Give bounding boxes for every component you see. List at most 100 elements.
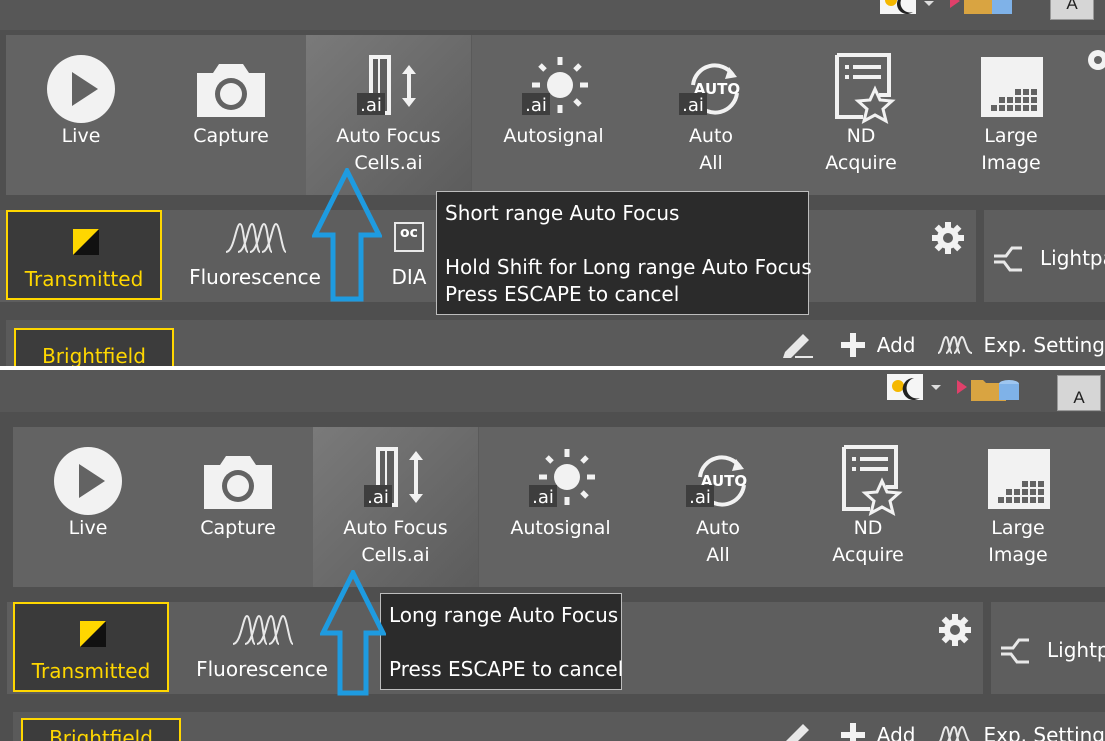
- plus-icon[interactable]: [833, 720, 873, 741]
- fluorescence-mode-button[interactable]: Fluorescence: [180, 210, 330, 300]
- large-image-grid-icon: [988, 449, 1050, 509]
- plus-icon[interactable]: [833, 330, 873, 360]
- exp-settings-button[interactable]: Exp. Setting: [984, 723, 1105, 741]
- dia-mode-button[interactable]: oc DIA: [384, 210, 434, 300]
- acquisition-toolbar: Live Capture .ai Auto Focus Cells.ai .ai…: [13, 427, 1105, 587]
- brightfield-button[interactable]: Brightfield: [21, 718, 181, 741]
- tool-label: ND: [846, 125, 876, 147]
- gear-icon[interactable]: [1083, 45, 1105, 75]
- folder-database-icon[interactable]: [950, 0, 1020, 16]
- tool-label: Auto: [695, 517, 741, 539]
- tooltip-line: Press ESCAPE to cancel: [389, 657, 624, 681]
- day-night-icon[interactable]: [880, 0, 942, 16]
- title-icons: [887, 374, 1027, 404]
- day-night-icon[interactable]: [887, 374, 949, 402]
- tool-label: Capture: [193, 125, 269, 147]
- tooltip-line: Long range Auto Focus: [389, 603, 619, 627]
- camera-icon: [204, 456, 272, 509]
- transmitted-mode-button[interactable]: Transmitted: [6, 210, 162, 300]
- lightpath-icon: [1001, 638, 1029, 664]
- tool-label: Image: [988, 544, 1048, 566]
- annotation-arrow-icon: [312, 168, 382, 302]
- tool-label: Large: [984, 125, 1038, 147]
- large-image-button[interactable]: Large Image: [936, 35, 1086, 195]
- fluorescence-mode-button[interactable]: Fluorescence: [187, 602, 337, 692]
- auto-focus-ai-icon: .ai: [363, 447, 423, 508]
- capture-button[interactable]: Capture: [163, 427, 313, 587]
- auto-focus-ai-icon: .ai: [356, 55, 416, 116]
- sun-ai-icon: .ai: [521, 57, 588, 116]
- transmitted-mode-button[interactable]: Transmitted: [13, 602, 169, 692]
- row-tools: Add Exp. Setting: [781, 330, 1105, 360]
- annotation-arrow-icon: [320, 570, 386, 696]
- ai-badge: .ai: [360, 95, 382, 116]
- autosignal-button[interactable]: .ai Autosignal: [476, 35, 631, 195]
- tool-label: ND: [853, 517, 883, 539]
- mode-label: Transmitted: [24, 267, 144, 291]
- fluorescence-spectrum-icon: [232, 614, 294, 645]
- exp-settings-button[interactable]: Exp. Setting: [984, 333, 1105, 357]
- capture-button[interactable]: Capture: [156, 35, 306, 195]
- lightpath-label: Lightp: [1047, 638, 1105, 662]
- gear-icon[interactable]: [937, 612, 973, 648]
- tool-label: Live: [68, 517, 108, 539]
- a-button[interactable]: A: [1057, 375, 1101, 411]
- screenshot-bottom: A Live Capture .ai Auto Focus Cells.ai .…: [0, 370, 1105, 741]
- lightpath-label: Lightpa: [1040, 246, 1105, 270]
- autosignal-button[interactable]: .ai Autosignal: [483, 427, 638, 587]
- ai-badge: .ai: [532, 487, 554, 508]
- transmitted-icon: [73, 229, 99, 255]
- mode-label: Fluorescence: [196, 657, 328, 681]
- brightfield-button[interactable]: Brightfield: [14, 328, 174, 371]
- auto-cycle-icon: AUTO .ai: [679, 63, 740, 116]
- tool-label: Cells.ai: [361, 544, 430, 566]
- a-button[interactable]: A: [1050, 0, 1094, 20]
- auto-focus-cells-ai-button[interactable]: .ai Auto Focus Cells.ai: [313, 427, 479, 587]
- lightpath-icon: [994, 246, 1022, 272]
- nd-acquire-button[interactable]: ND Acquire: [786, 35, 936, 195]
- lightpath-button[interactable]: Lightp: [991, 602, 1105, 694]
- screenshot-top: A Live Capture .ai Auto Focus Cells.ai .…: [0, 0, 1105, 371]
- tool-label: All: [699, 152, 723, 174]
- gear-icon[interactable]: [930, 220, 966, 256]
- large-image-grid-icon: [981, 57, 1043, 117]
- tooltip-line: Hold Shift for Long range Auto Focus: [445, 255, 812, 279]
- tool-label: Capture: [200, 517, 276, 539]
- acquisition-toolbar: Live Capture .ai Auto Focus Cells.ai .ai…: [6, 35, 1105, 195]
- large-image-button[interactable]: Large Image: [943, 427, 1093, 587]
- dia-badge: oc: [394, 222, 424, 252]
- nd-list-star-icon: [842, 445, 903, 516]
- ai-badge: .ai: [689, 487, 711, 508]
- tooltip-line: Short range Auto Focus: [445, 201, 680, 225]
- tool-label: Image: [981, 152, 1041, 174]
- edit-pen-icon[interactable]: [781, 720, 815, 741]
- mode-label: Fluorescence: [189, 265, 321, 289]
- tool-label: Autosignal: [510, 517, 611, 539]
- add-button[interactable]: Add: [877, 723, 916, 741]
- exposure-spectrum-icon: [938, 725, 970, 741]
- auto-cycle-icon: AUTO .ai: [686, 455, 747, 508]
- auto-all-button[interactable]: AUTO .ai Auto All: [643, 427, 793, 587]
- tool-label: Auto Focus: [343, 517, 448, 539]
- nd-acquire-button[interactable]: ND Acquire: [793, 427, 943, 587]
- tool-label: Autosignal: [503, 125, 604, 147]
- tool-label: Live: [61, 125, 101, 147]
- fluorescence-spectrum-icon: [225, 222, 287, 253]
- edit-pen-icon[interactable]: [781, 330, 815, 360]
- camera-icon: [197, 64, 265, 117]
- ai-badge: .ai: [682, 95, 704, 116]
- tool-label: Acquire: [825, 152, 897, 174]
- auto-focus-tooltip: Long range Auto Focus Press ESCAPE to ca…: [380, 593, 624, 690]
- lightpath-button[interactable]: Lightpa: [984, 210, 1105, 302]
- optical-config-row: Brightfield Add Exp. Setting: [6, 320, 1105, 371]
- add-button[interactable]: Add: [877, 333, 916, 357]
- tool-label: Acquire: [832, 544, 904, 566]
- title-icons: [880, 0, 1020, 16]
- optical-config-row: Brightfield Add Exp. Setting: [13, 712, 1105, 741]
- folder-database-icon[interactable]: [957, 374, 1027, 404]
- live-button[interactable]: Live: [6, 35, 156, 195]
- auto-focus-tooltip: Short range Auto Focus Hold Shift for Lo…: [436, 191, 812, 315]
- live-button[interactable]: Live: [13, 427, 163, 587]
- auto-all-button[interactable]: AUTO .ai Auto All: [636, 35, 786, 195]
- tooltip-line: [445, 227, 800, 254]
